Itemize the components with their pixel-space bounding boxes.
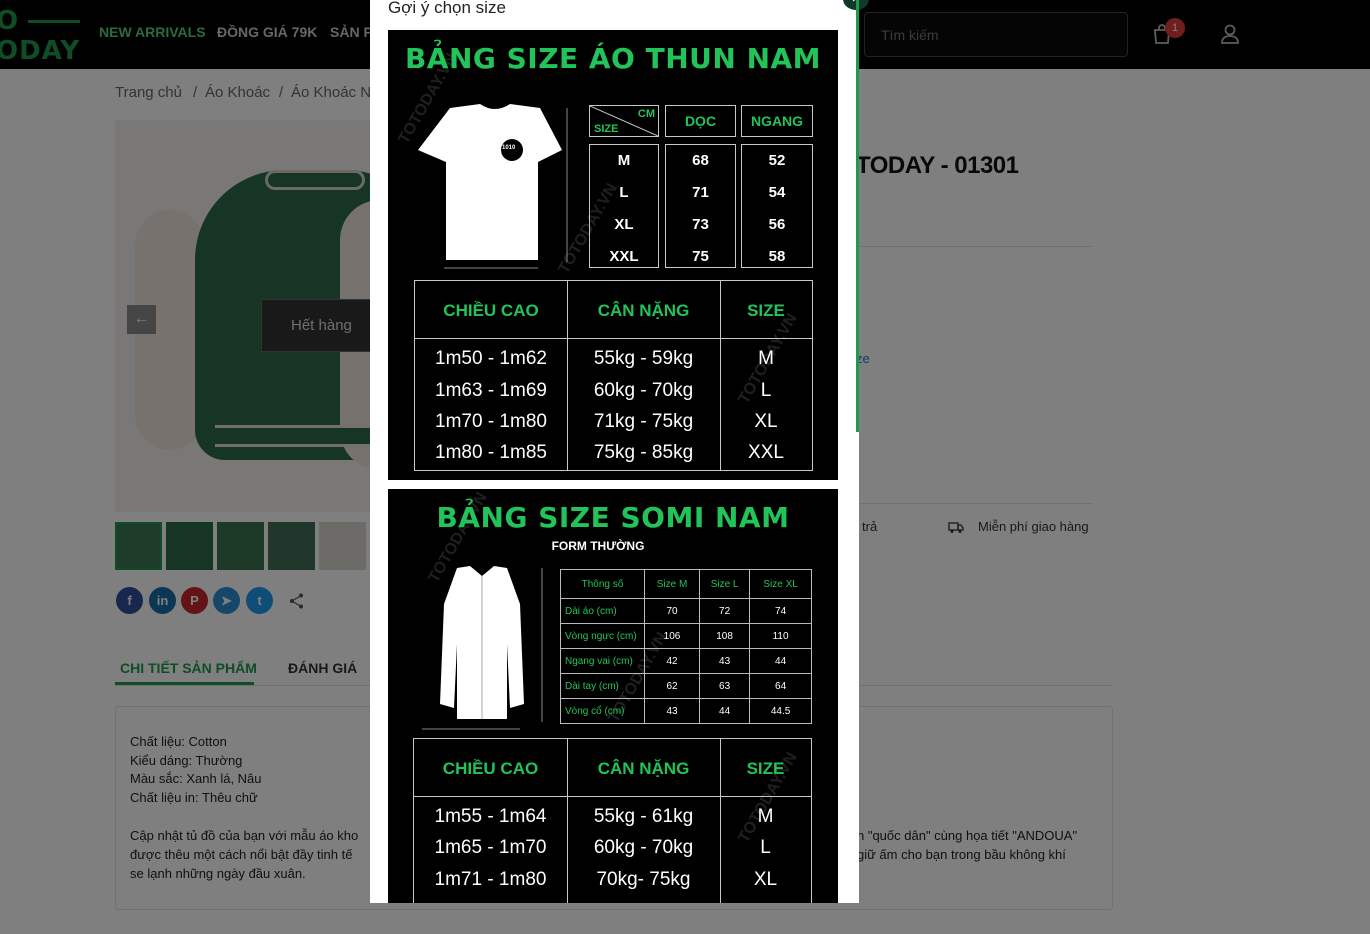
size-value: M xyxy=(617,152,631,169)
rec-weight: 55kg - 61kg xyxy=(593,806,694,827)
ngang-value: 54 xyxy=(768,184,786,201)
ngang-value: 56 xyxy=(768,216,786,233)
size-column: M L XL XXL xyxy=(589,144,659,268)
table-row: Vòng ngực (cm) 106 108 110 xyxy=(560,623,812,649)
rec-size: XL xyxy=(754,411,778,432)
header-cell: Size L xyxy=(698,569,751,599)
rec-height: 1m71 - 1m80 xyxy=(434,869,547,890)
recommendation-table: CHIỀU CAO CÂN NẶNG SIZE 1m55 - 1m64 55kg… xyxy=(413,738,812,903)
col-header-ngang: NGANG xyxy=(741,105,813,137)
cell: 44.5 xyxy=(749,698,812,724)
rec-height: 1m50 - 1m62 xyxy=(435,348,547,369)
cell: 110 xyxy=(749,623,812,649)
rec-weight: 75kg - 85kg xyxy=(593,442,694,463)
row-label: Dài tay (cm) xyxy=(560,673,645,699)
cell: 64 xyxy=(749,673,812,699)
header-cell: Size M xyxy=(644,569,700,599)
modal-scrollbar[interactable] xyxy=(856,0,859,432)
tshirt-logo: 1010 xyxy=(502,145,516,151)
size-value: XL xyxy=(614,216,634,233)
rec-header-weight: CÂN NẶNG xyxy=(597,759,690,778)
rec-header-size: SIZE xyxy=(746,759,785,778)
table-row: Vòng cổ (cm) 43 44 44.5 xyxy=(560,698,812,724)
cell: 44 xyxy=(749,648,812,674)
cell: 106 xyxy=(644,623,700,649)
size-value: XXL xyxy=(609,248,639,265)
shirt-measurement-table: Thông số Size M Size L Size XL Dài áo (c… xyxy=(560,569,812,724)
header-cell: Size XL xyxy=(749,569,812,599)
table-row: Ngang vai (cm) 42 43 44 xyxy=(560,648,812,674)
shirt-illustration xyxy=(422,566,543,730)
rec-height: 1m55 - 1m64 xyxy=(434,806,547,827)
rec-weight: 60kg - 70kg xyxy=(593,837,694,858)
chart-title: BẢNG SIZE SOMI NAM xyxy=(436,501,790,534)
ngang-value: 58 xyxy=(768,248,786,265)
chart-title: BẢNG SIZE ÁO THUN NAM xyxy=(404,42,822,75)
rec-size: XXL xyxy=(748,442,784,463)
table-divider xyxy=(414,796,811,797)
tshirt-size-chart: TOTODAY.VN TOTODAY.VN TOTODAY.VN BẢNG SI… xyxy=(388,30,838,480)
row-label: Dài áo (cm) xyxy=(560,598,645,624)
rec-height: 1m63 - 1m69 xyxy=(435,380,547,401)
rec-weight: 60kg - 70kg xyxy=(593,380,694,401)
cell: 72 xyxy=(698,598,751,624)
cell: 108 xyxy=(698,623,751,649)
modal-title: Gợi ý chọn size xyxy=(388,0,506,17)
rec-size: XL xyxy=(753,869,778,890)
rec-size: M xyxy=(757,806,774,827)
cell: 43 xyxy=(698,648,751,674)
table-row: Dài tay (cm) 62 63 64 xyxy=(560,673,812,699)
size-value: L xyxy=(619,184,629,201)
tshirt-illustration xyxy=(418,104,568,269)
corner-size: SIZE xyxy=(594,123,619,135)
doc-value: 75 xyxy=(692,248,709,265)
row-label: Vòng ngực (cm) xyxy=(560,623,645,649)
corner-cell: CM SIZE xyxy=(589,105,659,137)
rec-weight: 55kg - 59kg xyxy=(593,348,694,369)
corner-cm: CM xyxy=(637,108,655,120)
rec-header-weight: CÂN NẶNG xyxy=(597,301,690,320)
table-header-row: Thông số Size M Size L Size XL xyxy=(560,569,812,599)
cell: 43 xyxy=(644,698,700,724)
rec-height: 1m70 - 1m80 xyxy=(435,411,547,432)
doc-value: 73 xyxy=(692,216,709,233)
cell: 42 xyxy=(644,648,700,674)
cell: 63 xyxy=(698,673,751,699)
rec-header-size: SIZE xyxy=(747,301,785,320)
cell: 74 xyxy=(749,598,812,624)
doc-value: 68 xyxy=(692,152,709,169)
cell: 44 xyxy=(698,698,751,724)
rec-weight: 70kg- 75kg xyxy=(596,869,691,890)
ngang-value: 52 xyxy=(768,152,786,169)
doc-value: 71 xyxy=(692,184,709,201)
rec-size: M xyxy=(758,348,774,369)
table-row: Dài áo (cm) 70 72 74 xyxy=(560,598,812,624)
rec-weight: 71kg - 75kg xyxy=(593,411,694,432)
chart-subtitle: FORM THƯỜNG xyxy=(551,539,645,553)
rec-size: L xyxy=(760,837,771,858)
shirt-size-chart: TOTODAY.VN TOTODAY.VN TOTODAY.VN BẢNG SI… xyxy=(388,489,838,903)
header-cell: Thông số xyxy=(560,569,645,599)
col-header-doc: DỌC xyxy=(665,105,736,137)
ngang-column: 52 54 56 58 xyxy=(741,144,813,268)
cell: 70 xyxy=(644,598,700,624)
cell: 62 xyxy=(644,673,700,699)
rec-height: 1m65 - 1m70 xyxy=(434,837,547,858)
rec-header-height: CHIỀU CAO xyxy=(442,759,539,778)
rec-height: 1m80 - 1m85 xyxy=(435,442,547,463)
doc-column: 68 71 73 75 xyxy=(665,144,736,268)
table-divider xyxy=(415,338,812,339)
recommendation-table: CHIỀU CAO CÂN NẶNG SIZE 1m50 - 1m62 55kg… xyxy=(414,280,813,471)
rec-header-height: CHIỀU CAO xyxy=(443,301,539,320)
row-label: Vòng cổ (cm) xyxy=(560,698,645,724)
row-label: Ngang vai (cm) xyxy=(560,648,645,674)
rec-size: L xyxy=(760,380,772,401)
